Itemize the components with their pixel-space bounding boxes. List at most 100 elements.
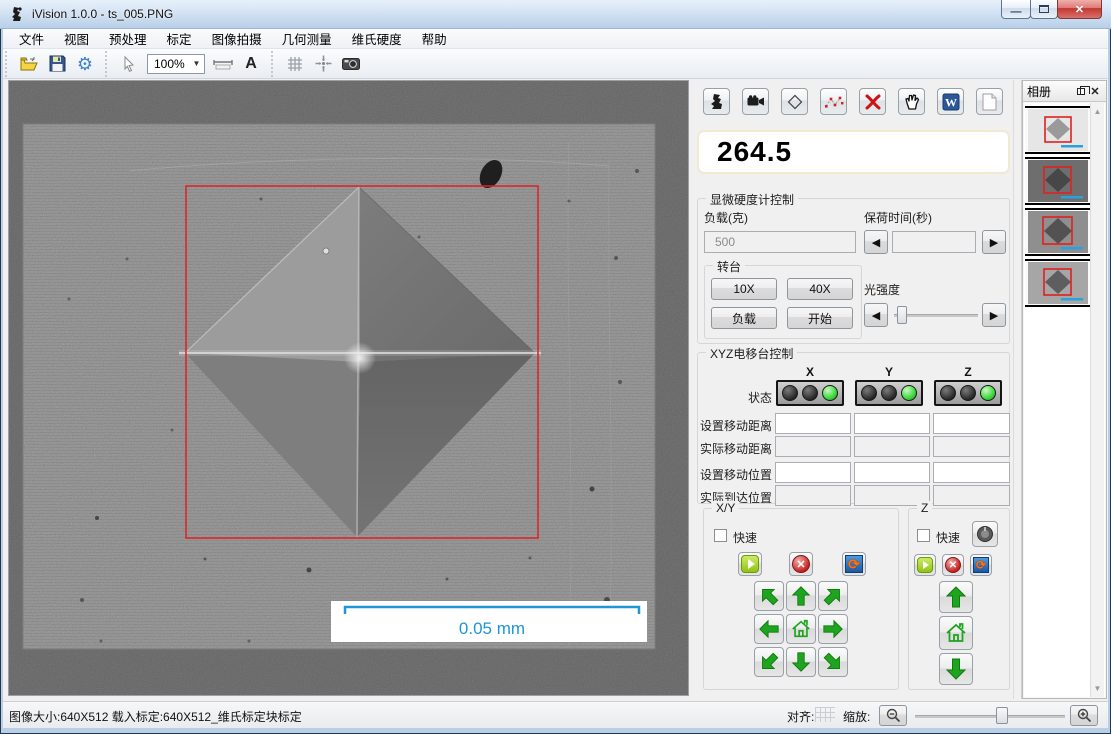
album-thumbnail[interactable]	[1025, 106, 1090, 154]
z-home-button[interactable]	[939, 616, 973, 650]
jog-left-button[interactable]	[754, 614, 784, 644]
y-set-position-input[interactable]	[854, 462, 930, 483]
x-set-distance-input[interactable]	[775, 413, 851, 434]
light-increment-button[interactable]: ▶	[982, 303, 1006, 327]
maximize-button[interactable]	[1030, 0, 1058, 19]
zoom-out-button[interactable]	[879, 705, 907, 726]
dwell-decrement-button[interactable]: ◀	[864, 230, 888, 254]
zoom-level-combobox[interactable]: 100% ▼	[147, 54, 205, 74]
z-set-position-input[interactable]	[933, 462, 1010, 483]
jog-right-button[interactable]	[818, 614, 848, 644]
album-thumbnail[interactable]	[1025, 259, 1090, 307]
toolbar: ⚙ 100% ▼ A	[3, 49, 1108, 79]
album-scrollbar[interactable]: ▲ ▼	[1090, 103, 1104, 697]
album-thumbnail[interactable]	[1025, 208, 1090, 256]
z-fast-checkbox[interactable]	[917, 529, 930, 542]
zoom-label: 缩放:	[843, 708, 870, 725]
video-capture-button[interactable]	[742, 88, 769, 115]
zoom-in-button[interactable]	[1070, 705, 1098, 726]
stop-icon: ✕	[792, 555, 810, 573]
view-zoom-slider-thumb[interactable]	[996, 707, 1008, 724]
play-icon	[917, 557, 933, 573]
jog-down-right-button[interactable]	[818, 647, 848, 677]
menu-preprocess[interactable]: 预处理	[99, 27, 157, 50]
arrow-down-right-icon	[817, 646, 848, 677]
save-button[interactable]	[45, 52, 69, 76]
word-report-button[interactable]: W	[937, 88, 964, 115]
menu-file[interactable]: 文件	[9, 27, 54, 50]
text-tool-button[interactable]: A	[239, 52, 263, 76]
jog-up-button[interactable]	[786, 581, 816, 611]
y-set-distance-input[interactable]	[854, 413, 930, 434]
dwell-time-input[interactable]	[892, 231, 976, 253]
light-slider-thumb[interactable]	[897, 306, 907, 324]
stage-control-group: XYZ电移台控制 X Y Z 状态	[697, 352, 1010, 504]
z-reset-button[interactable]: ⟳	[970, 554, 992, 576]
minimize-button[interactable]: —	[1001, 0, 1031, 19]
scroll-down-icon[interactable]: ▼	[1092, 683, 1103, 694]
dwell-increment-button[interactable]: ▶	[982, 230, 1006, 254]
scroll-up-icon[interactable]: ▲	[1092, 106, 1103, 117]
diamond-measure-button[interactable]	[781, 88, 808, 115]
home-icon	[790, 618, 812, 640]
panel-splitter[interactable]	[1013, 80, 1022, 699]
z-dial-button[interactable]	[972, 521, 998, 547]
arrow-down-left-icon	[753, 646, 784, 677]
jog-down-button[interactable]	[786, 647, 816, 677]
jog-down-left-button[interactable]	[754, 647, 784, 677]
arrow-up-icon	[790, 585, 812, 607]
point-measure-button[interactable]	[820, 88, 847, 115]
pan-tool-button[interactable]	[898, 88, 925, 115]
load-position-button[interactable]: 负载	[711, 307, 777, 329]
z-jog-group: Z 快速 ✕ ⟳	[908, 508, 1010, 690]
align-grid-icon[interactable]	[815, 707, 835, 722]
z-down-button[interactable]	[939, 653, 973, 685]
z-group-title: Z	[917, 501, 932, 515]
objective-40x-button[interactable]: 40X	[787, 278, 853, 300]
light-decrement-button[interactable]: ◀	[864, 303, 888, 327]
delete-measure-button[interactable]	[859, 88, 886, 115]
svg-text:W: W	[945, 95, 957, 109]
menu-capture[interactable]: 图像拍摄	[202, 27, 272, 50]
center-target-button[interactable]	[311, 52, 335, 76]
combobox-dropdown-icon[interactable]: ▼	[189, 55, 204, 73]
title-bar[interactable]: iVision 1.0.0 - ts_005.PNG — ✕	[0, 0, 1111, 29]
xy-fast-checkbox[interactable]	[714, 529, 727, 542]
jog-up-right-button[interactable]	[818, 581, 848, 611]
new-document-button[interactable]	[976, 88, 1003, 115]
z-stop-button[interactable]: ✕	[942, 554, 964, 576]
xy-reset-button[interactable]: ⟳	[842, 552, 866, 576]
xy-start-button[interactable]	[738, 552, 762, 576]
pointer-tool-button[interactable]	[117, 52, 141, 76]
z-up-button[interactable]	[939, 581, 973, 613]
jog-up-left-button[interactable]	[754, 581, 784, 611]
tester-machine-button[interactable]	[703, 88, 730, 115]
measure-tool-button[interactable]	[211, 52, 235, 76]
start-test-button[interactable]: 开始	[787, 307, 853, 329]
menu-geometry[interactable]: 几何测量	[272, 27, 342, 50]
grid-toggle-button[interactable]	[283, 52, 307, 76]
open-file-button[interactable]	[17, 52, 41, 76]
album-close-button[interactable]: ✕	[1088, 84, 1102, 98]
view-zoom-slider-track[interactable]	[915, 715, 1065, 718]
x-set-position-input[interactable]	[775, 462, 851, 483]
close-button[interactable]: ✕	[1057, 0, 1102, 19]
app-window: iVision 1.0.0 - ts_005.PNG — ✕ 文件 视图 预处理…	[0, 0, 1111, 734]
jog-home-button[interactable]	[786, 614, 816, 644]
status-label: 状态	[698, 389, 772, 406]
z-start-button[interactable]	[914, 554, 936, 576]
menu-help[interactable]: 帮助	[412, 27, 457, 50]
arrow-left-icon	[758, 618, 780, 640]
image-viewport[interactable]: 0.05 mm	[8, 80, 689, 696]
menu-view[interactable]: 视图	[54, 27, 99, 50]
snapshot-button[interactable]	[339, 52, 363, 76]
album-thumbnail[interactable]	[1025, 157, 1090, 205]
album-float-button[interactable]	[1074, 84, 1088, 98]
xy-stop-button[interactable]: ✕	[789, 552, 813, 576]
z-set-distance-input[interactable]	[933, 413, 1010, 434]
menu-vickers[interactable]: 维氏硬度	[342, 27, 412, 50]
menu-calibration[interactable]: 标定	[157, 27, 202, 50]
objective-10x-button[interactable]: 10X	[711, 278, 777, 300]
load-input[interactable]	[704, 231, 856, 253]
settings-button[interactable]: ⚙	[73, 52, 97, 76]
